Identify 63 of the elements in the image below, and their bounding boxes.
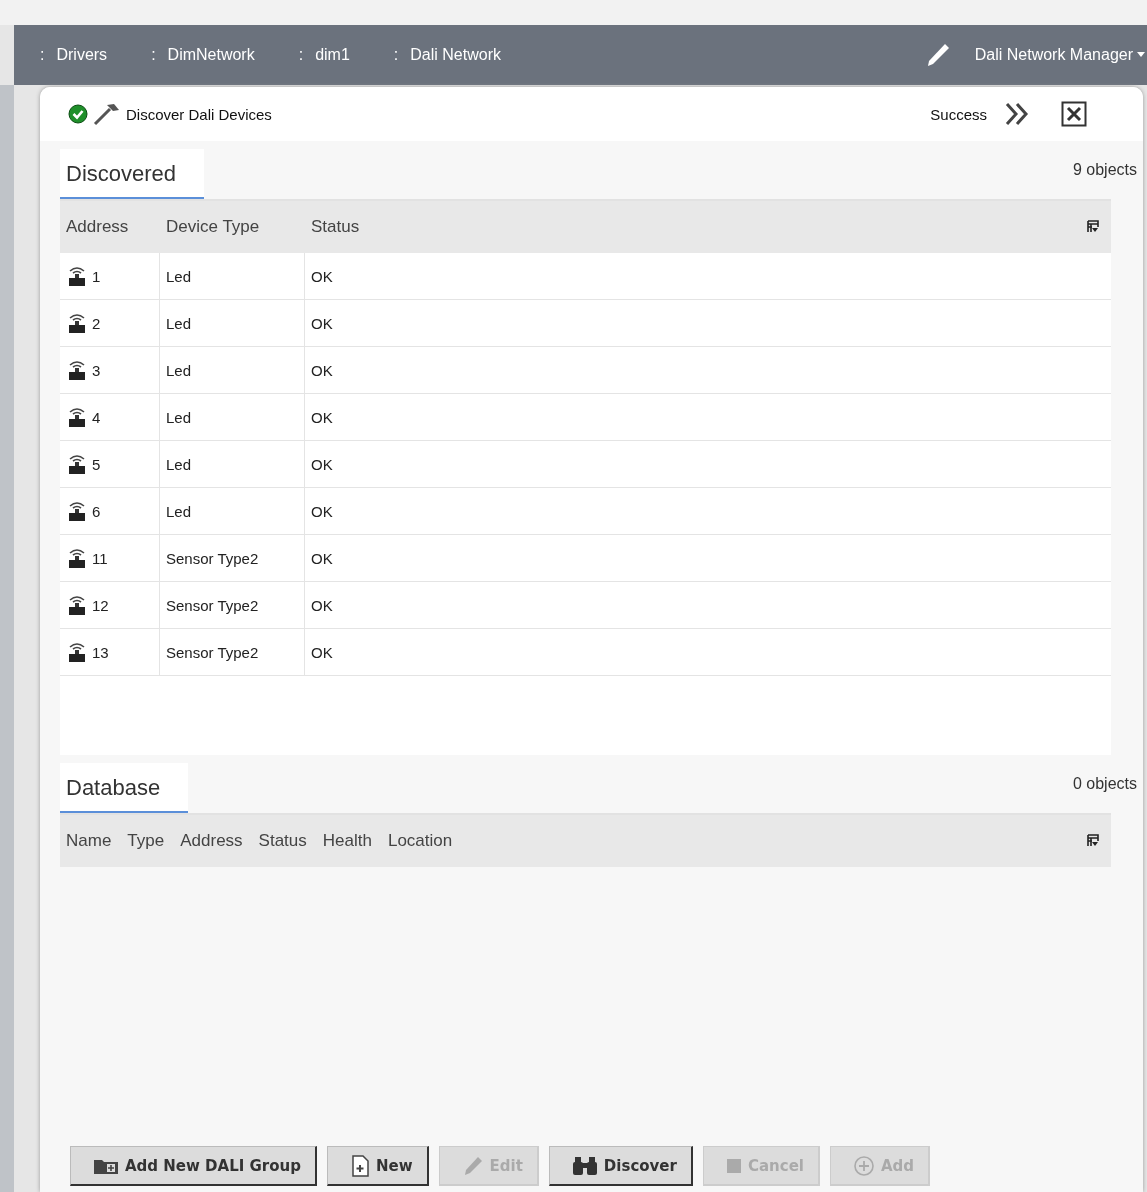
breadcrumb-link[interactable]: Drivers [56, 46, 108, 64]
table-cell: OK [311, 455, 333, 473]
breadcrumb-separator: : [151, 46, 156, 64]
table-cell: OK [311, 267, 333, 285]
object-count: 0 objects [1072, 775, 1137, 793]
table-cell: Led [166, 408, 192, 426]
table-cell: OK [311, 643, 333, 661]
action-button[interactable]: Discover [548, 1146, 693, 1186]
table-row[interactable]: 6 Led OK [60, 488, 1111, 535]
table-cell: 12 [92, 596, 109, 614]
job-status: Success [930, 105, 987, 123]
table-cell: 6 [92, 502, 101, 520]
table-row[interactable]: 13 Sensor Type2 OK [60, 629, 1111, 676]
table-cell: Sensor Type2 [166, 596, 259, 614]
table-cell: Sensor Type2 [166, 643, 259, 661]
column-header[interactable]: Device Type [160, 217, 305, 237]
table-row[interactable]: 12 Sensor Type2 OK [60, 582, 1111, 629]
column-header[interactable]: Type [121, 831, 171, 851]
action-button[interactable]: New [326, 1146, 429, 1186]
table-cell: 4 [92, 408, 101, 426]
table-row[interactable]: 2 Led OK [60, 300, 1111, 347]
column-header[interactable]: Name [60, 831, 118, 851]
table-cell: Led [166, 502, 192, 520]
column-header[interactable]: Health [316, 831, 378, 851]
table-cell: OK [311, 596, 333, 614]
object-count: 9 objects [1072, 161, 1137, 179]
table-cell: Led [166, 267, 192, 285]
table-row[interactable]: 4 Led OK [60, 394, 1111, 441]
breadcrumb-separator: : [393, 46, 399, 64]
column-header[interactable]: Status [305, 217, 417, 237]
table-cell: 1 [92, 267, 101, 285]
table-cell: OK [311, 314, 333, 332]
table-cell: OK [311, 549, 333, 567]
table-cell: 13 [92, 643, 109, 661]
column-header[interactable]: Address [174, 831, 249, 851]
action-button[interactable]: Add New DALI Group [70, 1146, 317, 1186]
table-cell: Led [166, 361, 192, 379]
breadcrumb-link[interactable]: DimNetwork [167, 46, 255, 64]
table-row[interactable]: 5 Led OK [60, 441, 1111, 488]
breadcrumb-link[interactable]: Dali Network [410, 46, 501, 64]
table-cell: OK [311, 502, 333, 520]
section-tab[interactable]: Discovered [60, 149, 205, 199]
table-cell: OK [311, 361, 333, 379]
column-header[interactable]: Location [381, 831, 459, 851]
table-cell: 3 [92, 361, 101, 379]
table-cell: Sensor Type2 [166, 549, 259, 567]
section-tab[interactable]: Database [60, 763, 189, 813]
breadcrumb-separator: : [298, 46, 304, 64]
breadcrumb-link[interactable]: dim1 [315, 46, 350, 64]
table-row[interactable]: 3 Led OK [60, 347, 1111, 394]
table-cell: 2 [92, 314, 101, 332]
table-cell: 5 [92, 455, 101, 473]
breadcrumb-separator: : [40, 46, 45, 64]
table-cell: 11 [92, 549, 108, 567]
column-header[interactable]: Status [252, 831, 313, 851]
table-cell: Led [166, 455, 192, 473]
table-row[interactable]: 11 Sensor Type2 OK [60, 535, 1111, 582]
view-selector[interactable]: Dali Network Manager [974, 46, 1133, 64]
table-cell: Led [166, 314, 192, 332]
table-cell: OK [311, 408, 333, 426]
job-title: Discover Dali Devices [126, 105, 272, 123]
table-row[interactable]: 1 Led OK [60, 253, 1111, 300]
column-header[interactable]: Address [60, 217, 160, 237]
